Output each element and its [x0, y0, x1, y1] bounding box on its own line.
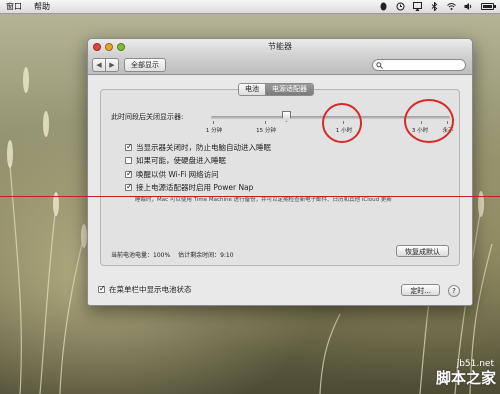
checkbox-menubar-battery[interactable]: 在菜单栏中显示电池状态: [98, 284, 192, 295]
time-remaining-text: 估计剩余时间：9:10: [178, 252, 234, 259]
checkbox-box[interactable]: [125, 157, 132, 164]
close-button[interactable]: [93, 43, 101, 51]
checkbox-label: 在菜单栏中显示电池状态: [109, 285, 192, 294]
checkbox-disk-sleep[interactable]: 如果可能，使硬盘进入睡眠: [125, 155, 226, 166]
tab-bar: 电池 电源适配器: [238, 83, 314, 96]
search-field[interactable]: [372, 59, 466, 71]
help-button[interactable]: ?: [448, 285, 460, 297]
show-all-button[interactable]: 全部显示: [124, 57, 166, 72]
window-controls: [93, 43, 125, 51]
back-arrow-icon[interactable]: ◀: [93, 59, 105, 71]
time-machine-icon[interactable]: [396, 2, 405, 11]
battery-status: 当前电池电量：100% 估计剩余时间：9:10: [111, 250, 234, 259]
tick-mark: [213, 121, 214, 124]
menu-bar: 窗口 帮助: [0, 0, 500, 14]
checkbox-label: 当显示器关闭时，防止电脑自动进入睡眠: [136, 143, 271, 152]
checkbox-label: 唤醒以供 Wi-Fi 网络访问: [136, 170, 219, 179]
checkbox-box[interactable]: [125, 169, 133, 178]
menu-extras: [379, 1, 496, 12]
forward-arrow-icon[interactable]: ▶: [105, 58, 118, 71]
search-input[interactable]: [385, 61, 463, 69]
battery-icon[interactable]: [481, 3, 496, 10]
watermark-name: 脚本之家: [435, 369, 496, 387]
checkbox-label: 如果可能，使硬盘进入睡眠: [136, 156, 226, 165]
tick-label-1-min: 1 分钟: [205, 128, 223, 134]
tick-mark: [265, 121, 266, 124]
battery-level-text: 当前电池电量：100%: [111, 252, 171, 259]
zoom-button[interactable]: [117, 43, 125, 51]
toolbar: ◀ ▶ 全部显示: [88, 55, 472, 75]
qq-icon[interactable]: [379, 2, 388, 11]
tab-battery[interactable]: 电池: [239, 84, 265, 95]
slider-thumb[interactable]: [282, 111, 291, 122]
annotation-circle-3-hour: [404, 99, 454, 143]
bluetooth-icon[interactable]: [430, 1, 439, 12]
annotation-red-line: [0, 196, 500, 197]
energy-saver-window: 节能器 ◀ ▶ 全部显示 电池 电源适配器 此时间段后关闭显示器: 1 分钟 1…: [87, 38, 473, 306]
checkbox-power-nap[interactable]: 接上电源适配器时启用 Power Nap: [125, 182, 253, 193]
checkbox-box[interactable]: [98, 284, 106, 293]
airplay-icon[interactable]: [413, 2, 422, 11]
checkbox-wifi-wake[interactable]: 唤醒以供 Wi-Fi 网络访问: [125, 169, 219, 180]
annotation-circle-1-hour: [322, 103, 362, 143]
minimize-button[interactable]: [105, 43, 113, 51]
tick-label-15-min: 15 分钟: [256, 128, 276, 134]
display-sleep-label: 此时间段后关闭显示器:: [111, 113, 184, 121]
search-icon: [376, 61, 383, 69]
schedule-button[interactable]: 定时...: [401, 284, 440, 296]
window-title: 节能器: [268, 42, 292, 51]
menu-item-window[interactable]: 窗口: [6, 1, 22, 12]
menu-item-help[interactable]: 帮助: [34, 1, 50, 12]
tab-power-adapter[interactable]: 电源适配器: [265, 84, 313, 95]
checkbox-prevent-sleep[interactable]: 当显示器关闭时，防止电脑自动进入睡眠: [125, 142, 271, 153]
title-bar: 节能器: [88, 39, 472, 55]
checkbox-box[interactable]: [125, 182, 133, 191]
checkbox-box[interactable]: [125, 142, 133, 151]
restore-defaults-button[interactable]: 恢复成默认: [396, 245, 449, 257]
volume-icon[interactable]: [464, 2, 473, 11]
nav-buttons: ◀ ▶: [92, 57, 119, 72]
checkbox-label: 接上电源适配器时启用 Power Nap: [136, 183, 254, 192]
wifi-icon[interactable]: [447, 2, 456, 11]
